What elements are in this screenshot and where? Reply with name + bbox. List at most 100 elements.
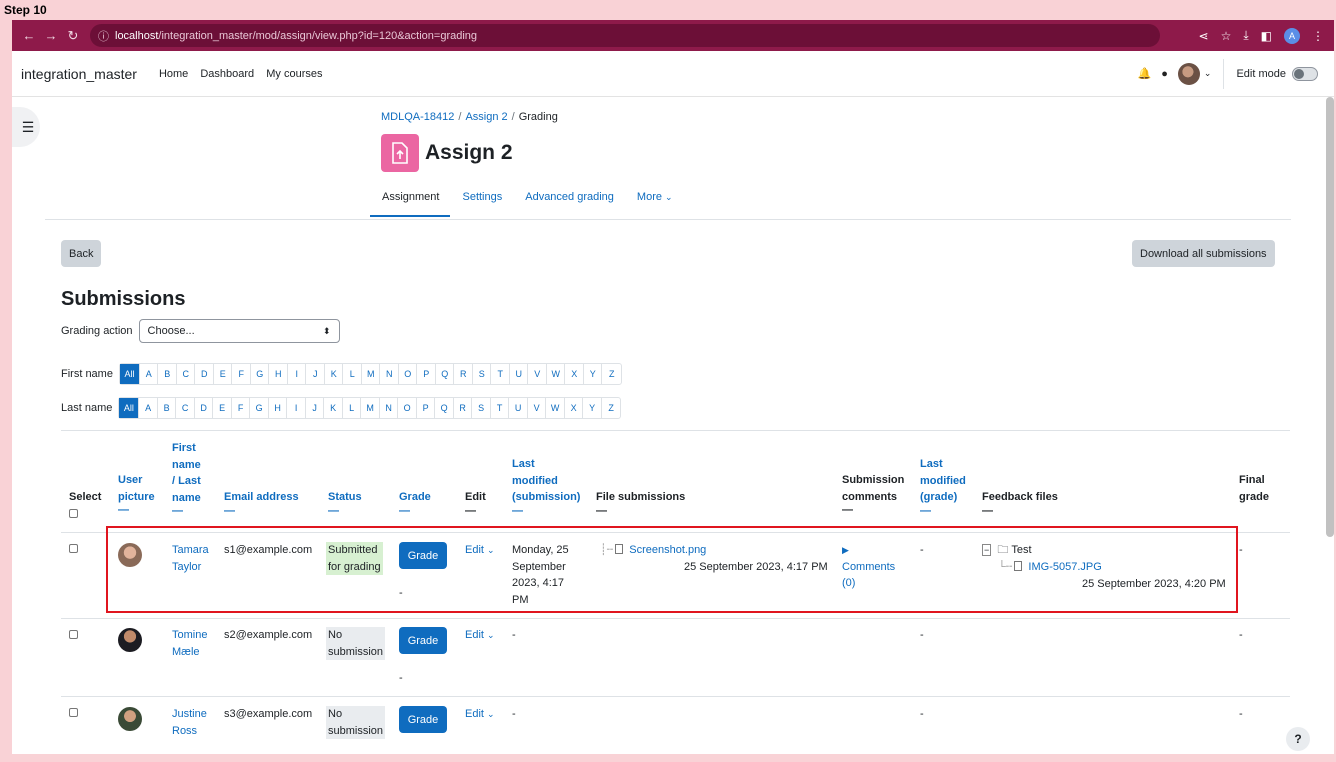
- header-last-modified-submission[interactable]: Last modified (submission) —: [512, 456, 580, 516]
- filter-letter-z[interactable]: Z: [602, 364, 621, 384]
- filter-letter-e[interactable]: E: [213, 398, 232, 418]
- filter-letter-n[interactable]: N: [380, 398, 399, 418]
- scrollbar[interactable]: [1326, 97, 1334, 537]
- filter-letter-v[interactable]: V: [528, 364, 547, 384]
- back-arrow-icon[interactable]: ←: [18, 28, 40, 43]
- filter-letter-b[interactable]: B: [158, 364, 177, 384]
- filter-letter-h[interactable]: H: [269, 364, 288, 384]
- edit-mode-toggle[interactable]: [1292, 66, 1318, 81]
- header-email[interactable]: Email address —: [224, 489, 299, 516]
- header-grade[interactable]: Grade —: [399, 489, 431, 516]
- edit-menu[interactable]: Edit ⌄: [465, 706, 495, 723]
- tab-more[interactable]: More ⌄: [625, 182, 684, 217]
- filter-letter-e[interactable]: E: [214, 364, 233, 384]
- filter-letter-p[interactable]: P: [417, 398, 436, 418]
- filter-letter-t[interactable]: T: [491, 364, 510, 384]
- filter-letter-y[interactable]: Y: [584, 364, 603, 384]
- filter-letter-u[interactable]: U: [509, 398, 528, 418]
- filter-letter-t[interactable]: T: [491, 398, 510, 418]
- filter-letter-i[interactable]: I: [287, 398, 306, 418]
- grading-action-select[interactable]: Choose... ⬍: [138, 319, 340, 343]
- filter-letter-a[interactable]: A: [140, 364, 159, 384]
- filter-letter-v[interactable]: V: [528, 398, 547, 418]
- header-name[interactable]: First name / Last name —: [172, 440, 201, 517]
- row-select-checkbox[interactable]: [69, 708, 78, 717]
- filter-letter-h[interactable]: H: [269, 398, 288, 418]
- grade-button[interactable]: Grade: [399, 627, 447, 654]
- filter-letter-x[interactable]: X: [565, 398, 584, 418]
- user-name-link[interactable]: Justine Ross: [172, 706, 207, 739]
- user-name-link[interactable]: Tomine Mæle: [172, 627, 207, 660]
- filter-letter-g[interactable]: G: [251, 364, 270, 384]
- user-avatar[interactable]: [1177, 62, 1200, 85]
- filter-letter-o[interactable]: O: [399, 364, 418, 384]
- chevron-down-icon[interactable]: ⌄: [1204, 68, 1212, 79]
- tab-advanced-grading[interactable]: Advanced grading: [513, 182, 625, 217]
- filter-letter-j[interactable]: J: [306, 398, 325, 418]
- reload-icon[interactable]: ↻: [62, 28, 84, 44]
- filter-letter-k[interactable]: K: [325, 364, 344, 384]
- filter-letter-r[interactable]: R: [454, 398, 473, 418]
- header-status[interactable]: Status —: [328, 489, 362, 516]
- filter-letter-c[interactable]: C: [176, 398, 195, 418]
- filter-letter-all[interactable]: All: [119, 398, 140, 418]
- site-name[interactable]: integration_master: [21, 66, 137, 82]
- filter-letter-i[interactable]: I: [288, 364, 307, 384]
- filter-letter-l[interactable]: L: [343, 364, 362, 384]
- filter-letter-p[interactable]: P: [417, 364, 436, 384]
- download-all-button[interactable]: Download all submissions: [1132, 240, 1275, 267]
- filter-letter-all[interactable]: All: [119, 364, 140, 384]
- filter-letter-l[interactable]: L: [343, 398, 362, 418]
- forward-arrow-icon[interactable]: →: [40, 28, 62, 43]
- filter-letter-d[interactable]: D: [195, 398, 214, 418]
- filter-letter-o[interactable]: O: [398, 398, 417, 418]
- filter-letter-s[interactable]: S: [472, 398, 491, 418]
- filter-letter-z[interactable]: Z: [602, 398, 621, 418]
- bell-icon[interactable]: 🔔: [1138, 67, 1152, 80]
- filter-letter-b[interactable]: B: [158, 398, 177, 418]
- filter-letter-m[interactable]: M: [362, 364, 381, 384]
- filter-letter-a[interactable]: A: [139, 398, 158, 418]
- select-all-checkbox[interactable]: [69, 509, 78, 518]
- nav-home[interactable]: Home: [159, 68, 188, 80]
- filter-letter-n[interactable]: N: [380, 364, 399, 384]
- sidepanel-icon[interactable]: ◧: [1261, 29, 1272, 43]
- header-last-modified-grade[interactable]: Last modified (grade) —: [920, 456, 966, 516]
- address-bar[interactable]: ⓘ localhost/integration_master/mod/assig…: [90, 24, 1160, 47]
- star-icon[interactable]: ☆: [1221, 29, 1232, 43]
- filter-letter-x[interactable]: X: [565, 364, 584, 384]
- row-select-checkbox[interactable]: [69, 630, 78, 639]
- breadcrumb-course[interactable]: MDLQA-18412: [381, 111, 454, 123]
- nav-dashboard[interactable]: Dashboard: [200, 68, 254, 80]
- filter-letter-c[interactable]: C: [177, 364, 196, 384]
- chat-icon[interactable]: ●: [1161, 68, 1168, 80]
- filter-letter-g[interactable]: G: [250, 398, 269, 418]
- filter-letter-r[interactable]: R: [454, 364, 473, 384]
- filter-letter-q[interactable]: Q: [435, 398, 454, 418]
- tab-settings[interactable]: Settings: [450, 182, 513, 217]
- edit-menu[interactable]: Edit ⌄: [465, 627, 495, 644]
- filter-letter-u[interactable]: U: [510, 364, 529, 384]
- filter-letter-q[interactable]: Q: [436, 364, 455, 384]
- kebab-menu-icon[interactable]: ⋮: [1312, 29, 1324, 43]
- course-index-icon[interactable]: ☰: [12, 107, 40, 147]
- filter-letter-s[interactable]: S: [473, 364, 492, 384]
- filter-letter-w[interactable]: W: [547, 364, 566, 384]
- header-user-picture[interactable]: User picture —: [118, 472, 155, 516]
- back-button[interactable]: Back: [61, 240, 102, 267]
- help-button[interactable]: ?: [1286, 727, 1310, 751]
- filter-letter-f[interactable]: F: [232, 364, 251, 384]
- filter-letter-f[interactable]: F: [232, 398, 251, 418]
- nav-my-courses[interactable]: My courses: [266, 68, 322, 80]
- grade-button[interactable]: Grade: [399, 706, 447, 733]
- filter-letter-m[interactable]: M: [361, 398, 380, 418]
- breadcrumb-assign[interactable]: Assign 2: [465, 111, 507, 123]
- filter-letter-j[interactable]: J: [306, 364, 325, 384]
- filter-letter-y[interactable]: Y: [583, 398, 602, 418]
- filter-letter-d[interactable]: D: [195, 364, 214, 384]
- row-select-checkbox[interactable]: [69, 544, 78, 553]
- share-icon[interactable]: ⋖: [1199, 29, 1209, 43]
- tab-assignment[interactable]: Assignment: [370, 182, 451, 217]
- filter-letter-k[interactable]: K: [324, 398, 343, 418]
- profile-icon[interactable]: A: [1284, 27, 1300, 44]
